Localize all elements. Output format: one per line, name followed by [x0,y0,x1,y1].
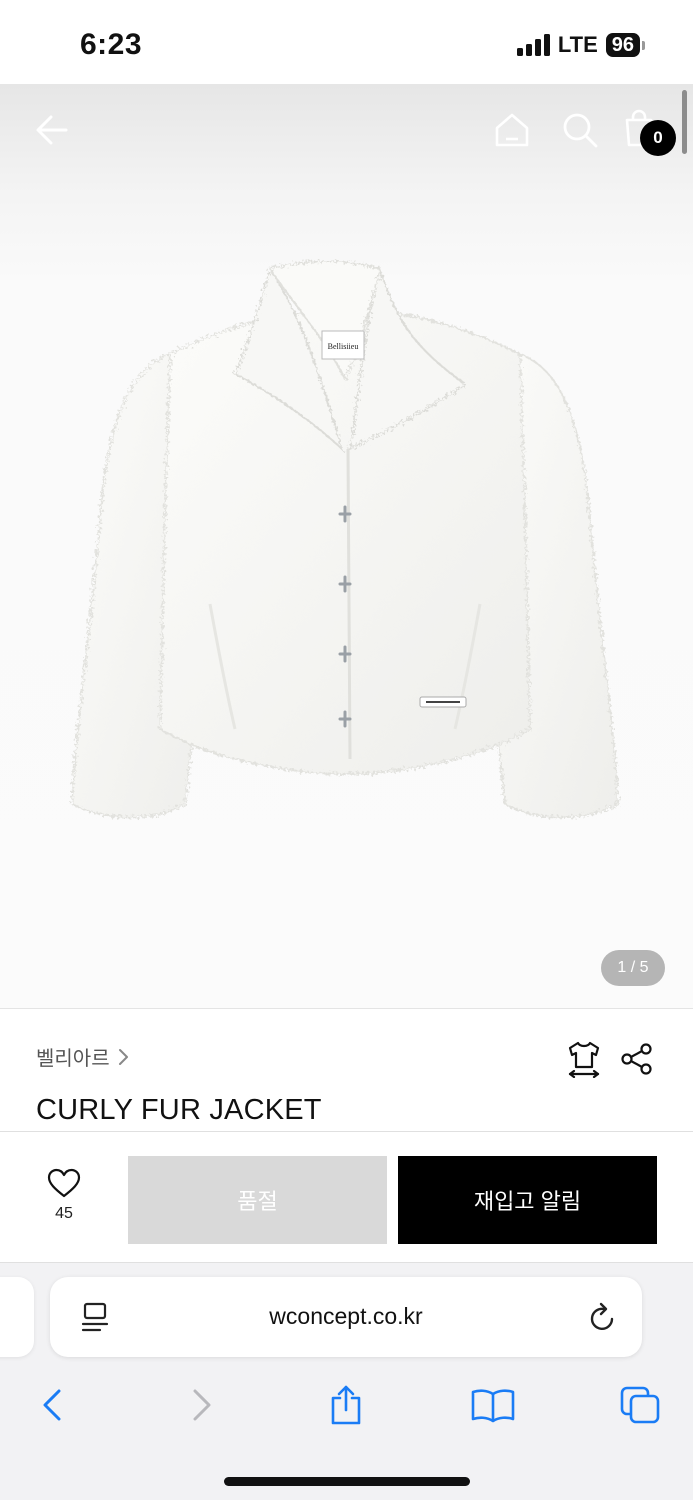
share-sheet-icon[interactable] [326,1383,366,1427]
brand-link[interactable]: 벨리아르 [36,1042,130,1071]
address-bar[interactable]: wconcept.co.kr [50,1277,642,1357]
battery-level: 96 [605,33,640,57]
url-text[interactable]: wconcept.co.kr [50,1303,642,1330]
page-scrollbar [682,90,687,154]
divider [0,1008,693,1009]
search-icon[interactable] [560,110,600,150]
back-arrow-icon[interactable] [30,108,74,152]
brand-name: 벨리아르 [36,1048,110,1070]
purchase-action-bar: 45 품절 재입고 알림 [0,1131,693,1263]
size-guide-icon[interactable] [566,1040,602,1079]
chevron-right-icon [118,1048,128,1065]
reload-icon[interactable] [588,1301,618,1333]
previous-tab-preview[interactable] [0,1277,34,1357]
restock-alert-button[interactable]: 재입고 알림 [398,1156,657,1244]
product-image: Bellisiieu [70,260,620,819]
home-indicator[interactable] [224,1477,470,1486]
status-bar: 6:23 LTE 96 [0,0,693,84]
product-image-gallery[interactable]: 0 Bellisiieu 1 / 5 [0,84,693,1008]
home-icon[interactable] [492,110,532,150]
browser-chrome: wconcept.co.kr [0,1263,693,1500]
jacket-label-text: Bellisiieu [328,342,359,351]
wishlist-button[interactable]: 45 [36,1168,92,1230]
status-time: 6:23 [80,28,143,61]
share-icon[interactable] [620,1042,654,1076]
cellular-signal-icon [516,34,550,56]
back-icon[interactable] [34,1383,70,1427]
heart-icon [47,1168,81,1198]
status-indicators: LTE 96 [516,32,645,58]
network-type: LTE [557,32,598,57]
browser-toolbar [0,1375,693,1435]
like-count: 45 [55,1205,73,1222]
battery-icon: 96 [605,33,645,57]
image-page-indicator: 1 / 5 [601,950,665,986]
product-name: CURLY FUR JACKET [36,1094,322,1126]
tabs-icon[interactable] [618,1383,662,1427]
cart-count-badge[interactable]: 0 [640,120,676,156]
forward-icon[interactable] [184,1383,220,1427]
bookmarks-icon[interactable] [468,1383,518,1427]
soldout-button[interactable]: 품절 [128,1156,387,1244]
